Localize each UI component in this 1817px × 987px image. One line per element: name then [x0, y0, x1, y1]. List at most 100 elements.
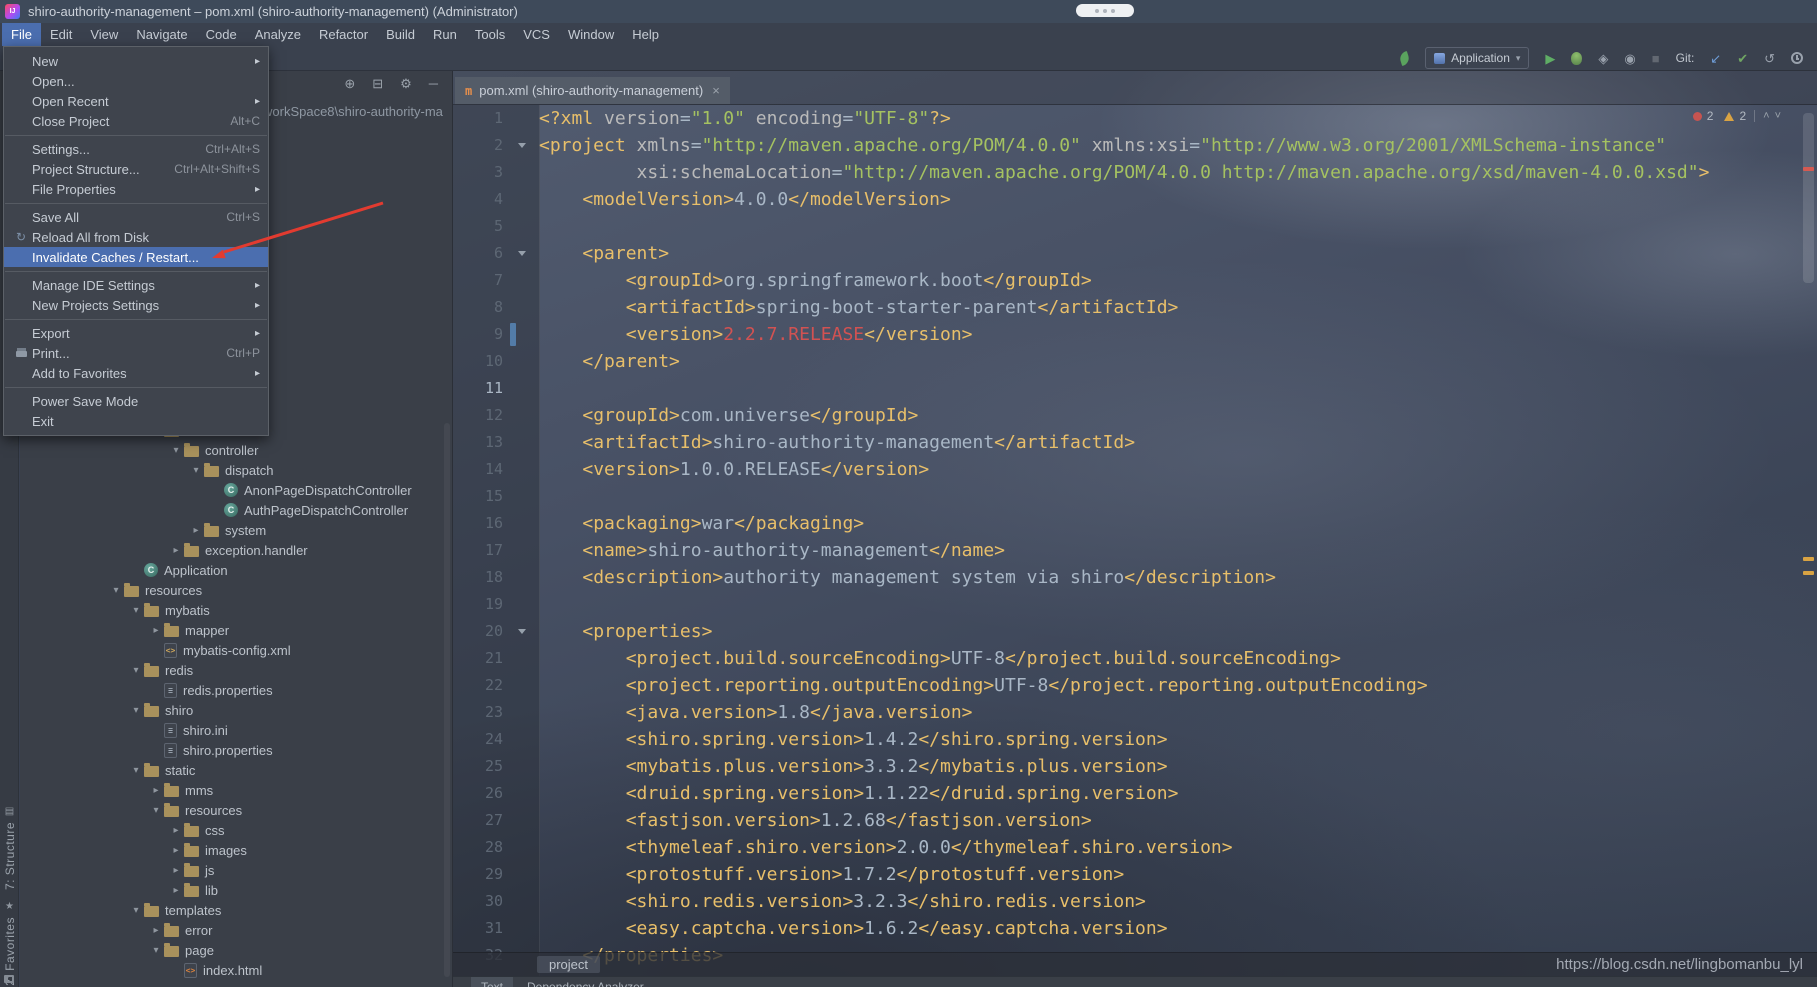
tree-item-resources[interactable]: ▾resources: [20, 580, 452, 600]
code-line[interactable]: 30 <shiro.redis.version>3.2.3</shiro.red…: [453, 888, 1800, 915]
breadcrumb-project[interactable]: project: [537, 956, 600, 973]
collapse-all-icon[interactable]: ⊟: [372, 77, 383, 90]
tree-item-anonpagedispatchcontroller[interactable]: CAnonPageDispatchController: [20, 480, 452, 500]
tree-item-page[interactable]: ▾page: [20, 940, 452, 960]
menu-item-new[interactable]: New▸: [4, 51, 268, 71]
menu-item-exit[interactable]: Exit: [4, 411, 268, 431]
chevron-right-icon[interactable]: ▸: [148, 925, 164, 936]
menu-help[interactable]: Help: [623, 23, 668, 46]
stop-icon[interactable]: ■: [1652, 52, 1660, 65]
tree-item-application[interactable]: CApplication: [20, 560, 452, 580]
locate-icon[interactable]: ⊕: [344, 77, 355, 90]
tree-item-resources[interactable]: ▾resources: [20, 800, 452, 820]
code-line[interactable]: 2<project xmlns="http://maven.apache.org…: [453, 132, 1800, 159]
tree-item-error[interactable]: ▸error: [20, 920, 452, 940]
chevron-down-icon[interactable]: ▾: [128, 605, 144, 616]
profiler-icon[interactable]: ◉: [1624, 52, 1635, 65]
editor-tab-pom[interactable]: m pom.xml (shiro-authority-management) ×: [455, 77, 730, 104]
tree-item-templates[interactable]: ▾templates: [20, 900, 452, 920]
fold-arrow-icon[interactable]: [518, 629, 526, 634]
editor-scrollbar[interactable]: [1800, 105, 1817, 987]
code-line[interactable]: 23 <java.version>1.8</java.version>: [453, 699, 1800, 726]
code-line[interactable]: 9 <version>2.2.7.RELEASE</version>: [453, 321, 1800, 348]
chevron-down-icon[interactable]: ▾: [128, 765, 144, 776]
tree-item-system[interactable]: ▸system: [20, 520, 452, 540]
chevron-down-icon[interactable]: ▾: [128, 705, 144, 716]
code-line[interactable]: 29 <protostuff.version>1.7.2</protostuff…: [453, 861, 1800, 888]
close-tab-icon[interactable]: ×: [712, 83, 720, 98]
menu-item-manage-ide-settings[interactable]: Manage IDE Settings▸: [4, 275, 268, 295]
error-stripe-mark[interactable]: [1803, 167, 1814, 171]
menu-run[interactable]: Run: [424, 23, 466, 46]
chevron-right-icon[interactable]: ▸: [168, 885, 184, 896]
code-view[interactable]: 1<?xml version="1.0" encoding="UTF-8"?>2…: [453, 105, 1800, 987]
code-line[interactable]: 18 <description>authority management sys…: [453, 564, 1800, 591]
menu-item-reload-all-from-disk[interactable]: ↻Reload All from Disk: [4, 227, 268, 247]
code-line[interactable]: 12 <groupId>com.universe</groupId>: [453, 402, 1800, 429]
menu-item-invalidate-caches-restart[interactable]: Invalidate Caches / Restart...: [4, 247, 268, 267]
code-line[interactable]: 1<?xml version="1.0" encoding="UTF-8"?>: [453, 105, 1800, 132]
rollback-icon[interactable]: ↺: [1764, 52, 1775, 65]
bottom-tab-dependency-analyzer[interactable]: Dependency Analyzer: [517, 977, 654, 987]
code-line[interactable]: 21 <project.build.sourceEncoding>UTF-8</…: [453, 645, 1800, 672]
menu-analyze[interactable]: Analyze: [246, 23, 310, 46]
code-line[interactable]: 31 <easy.captcha.version>1.6.2</easy.cap…: [453, 915, 1800, 942]
chevron-down-icon[interactable]: ▾: [148, 945, 164, 956]
menu-file[interactable]: File: [2, 23, 41, 46]
code-line[interactable]: 25 <mybatis.plus.version>3.3.2</mybatis.…: [453, 753, 1800, 780]
menu-vcs[interactable]: VCS: [514, 23, 559, 46]
chevron-right-icon[interactable]: ▸: [168, 825, 184, 836]
menu-item-save-all[interactable]: Save AllCtrl+S: [4, 207, 268, 227]
code-line[interactable]: 14 <version>1.0.0.RELEASE</version>: [453, 456, 1800, 483]
tree-item-mapper[interactable]: ▸mapper: [20, 620, 452, 640]
tree-item-redis-properties[interactable]: ≡redis.properties: [20, 680, 452, 700]
run-config-select[interactable]: Application ▾: [1425, 47, 1529, 69]
chevron-down-icon[interactable]: ▾: [128, 665, 144, 676]
settings-icon[interactable]: ⚙: [400, 77, 412, 90]
tree-item-images[interactable]: ▸images: [20, 840, 452, 860]
tree-item-shiro-ini[interactable]: ≡shiro.ini: [20, 720, 452, 740]
inspections-widget[interactable]: 2 2 ˄ ˅: [1693, 109, 1781, 123]
tree-item-static[interactable]: ▾static: [20, 760, 452, 780]
chevron-right-icon[interactable]: ▸: [168, 865, 184, 876]
tree-item-exception-handler[interactable]: ▸exception.handler: [20, 540, 452, 560]
code-line[interactable]: 17 <name>shiro-authority-management</nam…: [453, 537, 1800, 564]
menu-item-project-structure[interactable]: Project Structure...Ctrl+Alt+Shift+S: [4, 159, 268, 179]
menu-view[interactable]: View: [81, 23, 127, 46]
chevron-right-icon[interactable]: ▸: [148, 625, 164, 636]
hide-icon[interactable]: ─: [429, 77, 438, 90]
chevron-down-icon[interactable]: ▾: [188, 465, 204, 476]
menu-item-close-project[interactable]: Close ProjectAlt+C: [4, 111, 268, 131]
debug-icon[interactable]: [1571, 52, 1582, 65]
code-line[interactable]: 27 <fastjson.version>1.2.68</fastjson.ve…: [453, 807, 1800, 834]
plugin-leaf-icon[interactable]: [1398, 50, 1411, 65]
code-line[interactable]: 3 xsi:schemaLocation="http://maven.apach…: [453, 159, 1800, 186]
menu-item-add-to-favorites[interactable]: Add to Favorites▸: [4, 363, 268, 383]
code-line[interactable]: 7 <groupId>org.springframework.boot</gro…: [453, 267, 1800, 294]
code-line[interactable]: 8 <artifactId>spring-boot-starter-parent…: [453, 294, 1800, 321]
tree-item-dispatch[interactable]: ▾dispatch: [20, 460, 452, 480]
tree-item-shiro[interactable]: ▾shiro: [20, 700, 452, 720]
prev-issue-icon[interactable]: ˄: [1763, 110, 1769, 122]
menu-item-print[interactable]: Print...Ctrl+P: [4, 343, 268, 363]
chevron-down-icon[interactable]: ▾: [128, 905, 144, 916]
code-line[interactable]: 24 <shiro.spring.version>1.4.2</shiro.sp…: [453, 726, 1800, 753]
code-line[interactable]: 10 </parent>: [453, 348, 1800, 375]
toolwindow-toggle-icon[interactable]: [4, 975, 14, 983]
tree-item-mybatis[interactable]: ▾mybatis: [20, 600, 452, 620]
code-line[interactable]: 11: [453, 375, 1800, 402]
warning-stripe-mark[interactable]: [1803, 571, 1814, 575]
tree-item-mybatis-config-xml[interactable]: <>mybatis-config.xml: [20, 640, 452, 660]
chevron-down-icon[interactable]: ▾: [148, 805, 164, 816]
fold-arrow-icon[interactable]: [518, 251, 526, 256]
run-icon[interactable]: ▶: [1545, 52, 1555, 65]
tree-item-shiro-properties[interactable]: ≡shiro.properties: [20, 740, 452, 760]
menu-tools[interactable]: Tools: [466, 23, 514, 46]
tree-item-css[interactable]: ▸css: [20, 820, 452, 840]
code-line[interactable]: 19: [453, 591, 1800, 618]
next-issue-icon[interactable]: ˅: [1775, 110, 1781, 122]
menu-item-file-properties[interactable]: File Properties▸: [4, 179, 268, 199]
code-line[interactable]: 28 <thymeleaf.shiro.version>2.0.0</thyme…: [453, 834, 1800, 861]
chevron-down-icon[interactable]: ▾: [108, 585, 124, 596]
menu-build[interactable]: Build: [377, 23, 424, 46]
